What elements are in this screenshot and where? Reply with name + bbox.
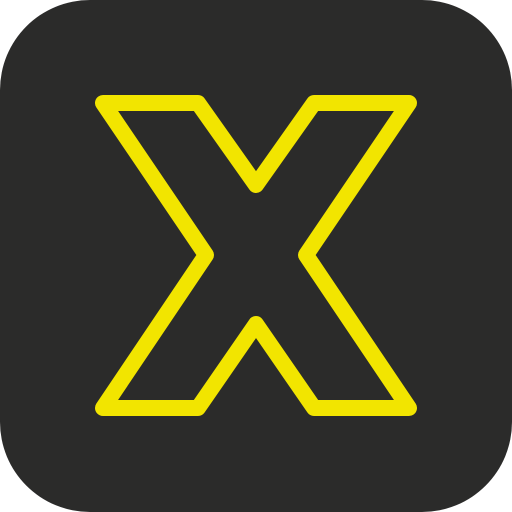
app-icon-graphic [0, 0, 512, 512]
app-icon [0, 0, 512, 512]
icon-background [0, 0, 512, 512]
